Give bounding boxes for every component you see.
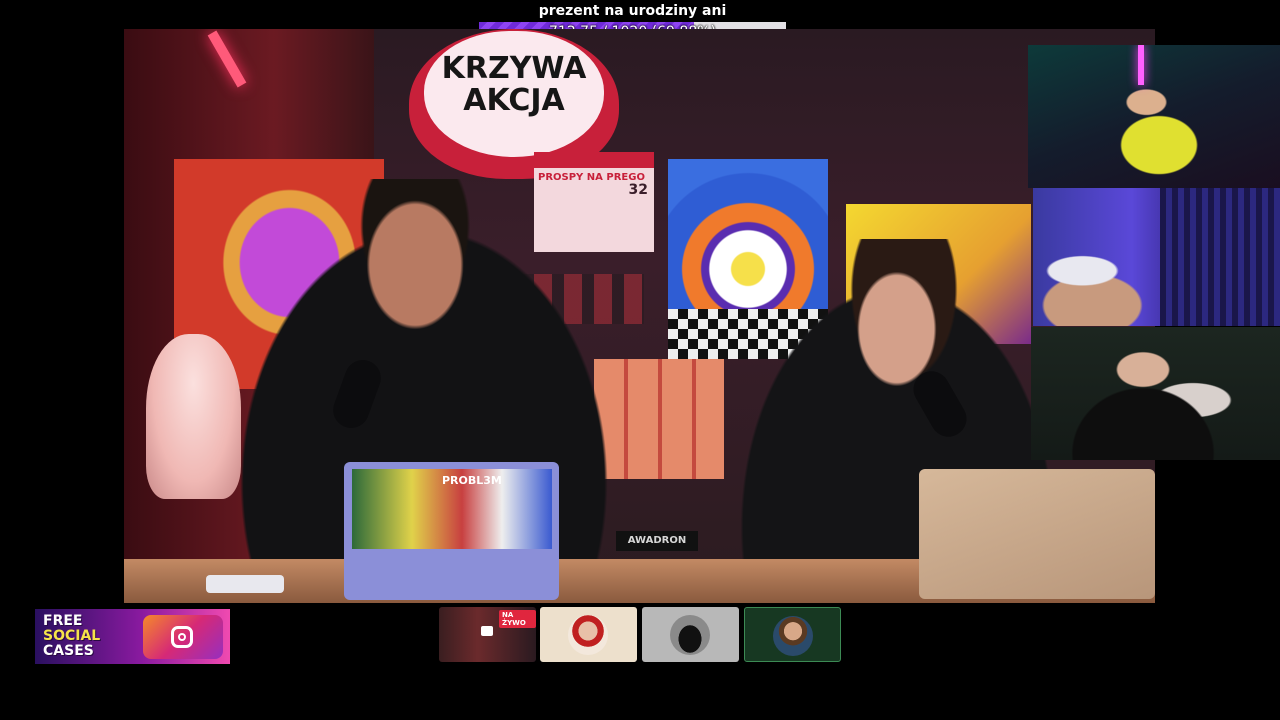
live-badge: NA ŻYWO bbox=[499, 610, 536, 628]
donation-goal-title: prezent na urodziny ani bbox=[538, 3, 727, 19]
heart-sign: KRZYWA AKCJA bbox=[424, 31, 604, 157]
promo-line1: FREE bbox=[43, 613, 83, 629]
promo-line3: CASES bbox=[43, 643, 94, 659]
thumbnail-avatar-santa[interactable] bbox=[540, 607, 637, 662]
avatar bbox=[670, 615, 710, 655]
webcam-1-neon bbox=[1138, 45, 1144, 85]
desk-sign: AWADRON bbox=[616, 531, 698, 551]
thumbnail-avatar-person[interactable] bbox=[744, 607, 841, 662]
instagram-icon bbox=[171, 626, 193, 648]
instagram-bag-graphic bbox=[143, 615, 223, 659]
webcam-2 bbox=[1033, 188, 1280, 326]
free-social-cases-banner[interactable]: FREE SOCIAL CASES bbox=[35, 609, 230, 664]
avatar bbox=[568, 615, 608, 655]
tablet-brand-label: PROBL3M bbox=[442, 474, 502, 487]
webcam-2-curtain bbox=[1160, 188, 1280, 326]
thumbnail-stream-preview[interactable]: NA ŻYWO bbox=[439, 607, 536, 662]
thumbnail-avatar-car[interactable] bbox=[642, 607, 739, 662]
promo-line2: SOCIAL bbox=[43, 628, 101, 644]
avatar bbox=[773, 616, 813, 656]
phone bbox=[206, 575, 284, 593]
webcam-1 bbox=[1028, 45, 1280, 188]
main-stream-video: KRZYWA AKCJA PROSPY NA PREGO 32 AWADRON … bbox=[124, 29, 1155, 603]
chat-bubble-icon bbox=[481, 626, 493, 636]
laptop bbox=[919, 469, 1155, 599]
promo-text: FREE SOCIAL CASES bbox=[43, 614, 100, 659]
heart-sign-line2: AKCJA bbox=[463, 83, 565, 118]
webcam-3 bbox=[1031, 327, 1280, 460]
heart-sign-line1: KRZYWA bbox=[441, 51, 587, 86]
